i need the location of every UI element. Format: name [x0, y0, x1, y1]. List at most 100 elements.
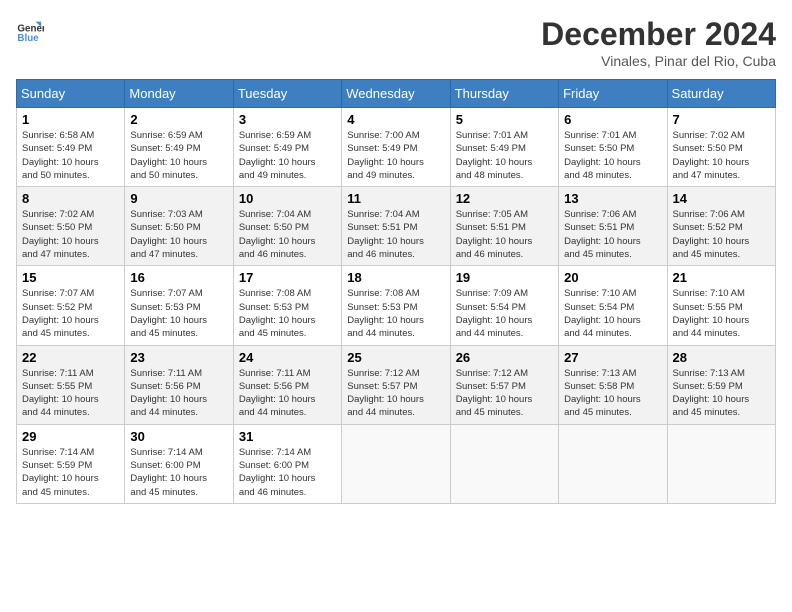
calendar-table: SundayMondayTuesdayWednesdayThursdayFrid…: [16, 79, 776, 504]
day-info: Sunrise: 7:02 AM Sunset: 5:50 PM Dayligh…: [22, 208, 119, 261]
calendar-day-4: 4 Sunrise: 7:00 AM Sunset: 5:49 PM Daylig…: [342, 108, 450, 187]
calendar-week-3: 15 Sunrise: 7:07 AM Sunset: 5:52 PM Dayli…: [17, 266, 776, 345]
calendar-day-25: 25 Sunrise: 7:12 AM Sunset: 5:57 PM Dayli…: [342, 345, 450, 424]
logo-icon: General Blue: [16, 16, 44, 44]
day-info: Sunrise: 7:13 AM Sunset: 5:58 PM Dayligh…: [564, 367, 661, 420]
calendar-day-28: 28 Sunrise: 7:13 AM Sunset: 5:59 PM Dayli…: [667, 345, 775, 424]
day-info: Sunrise: 7:00 AM Sunset: 5:49 PM Dayligh…: [347, 129, 444, 182]
day-number: 20: [564, 270, 661, 285]
day-number: 30: [130, 429, 227, 444]
day-number: 28: [673, 350, 770, 365]
calendar-day-16: 16 Sunrise: 7:07 AM Sunset: 5:53 PM Dayli…: [125, 266, 233, 345]
day-info: Sunrise: 7:06 AM Sunset: 5:52 PM Dayligh…: [673, 208, 770, 261]
day-number: 31: [239, 429, 336, 444]
weekday-header-monday: Monday: [125, 80, 233, 108]
title-area: December 2024 Vinales, Pinar del Rio, Cu…: [541, 16, 776, 69]
weekday-header-wednesday: Wednesday: [342, 80, 450, 108]
day-info: Sunrise: 7:12 AM Sunset: 5:57 PM Dayligh…: [347, 367, 444, 420]
day-number: 6: [564, 112, 661, 127]
calendar-day-13: 13 Sunrise: 7:06 AM Sunset: 5:51 PM Dayli…: [559, 187, 667, 266]
day-number: 24: [239, 350, 336, 365]
day-info: Sunrise: 7:10 AM Sunset: 5:55 PM Dayligh…: [673, 287, 770, 340]
calendar-day-19: 19Sunrise: 7:09 AM Sunset: 5:54 PM Dayli…: [450, 266, 558, 345]
day-info: Sunrise: 7:14 AM Sunset: 6:00 PM Dayligh…: [239, 446, 336, 499]
day-number: 17: [239, 270, 336, 285]
day-number: 25: [347, 350, 444, 365]
day-number: 14: [673, 191, 770, 206]
calendar-day-20: 20 Sunrise: 7:10 AM Sunset: 5:54 PM Dayli…: [559, 266, 667, 345]
day-info: Sunrise: 7:14 AM Sunset: 5:59 PM Dayligh…: [22, 446, 119, 499]
calendar-day-31: 31 Sunrise: 7:14 AM Sunset: 6:00 PM Dayli…: [233, 424, 341, 503]
day-number: 4: [347, 112, 444, 127]
day-number: 19: [456, 270, 553, 285]
day-info: Sunrise: 7:14 AM Sunset: 6:00 PM Dayligh…: [130, 446, 227, 499]
calendar-day-23: 23 Sunrise: 7:11 AM Sunset: 5:56 PM Dayli…: [125, 345, 233, 424]
empty-cell: [450, 424, 558, 503]
weekday-header-sunday: Sunday: [17, 80, 125, 108]
day-info: Sunrise: 7:08 AM Sunset: 5:53 PM Dayligh…: [347, 287, 444, 340]
day-number: 1: [22, 112, 119, 127]
day-info: Sunrise: 7:06 AM Sunset: 5:51 PM Dayligh…: [564, 208, 661, 261]
day-info: Sunrise: 6:59 AM Sunset: 5:49 PM Dayligh…: [239, 129, 336, 182]
weekday-header-saturday: Saturday: [667, 80, 775, 108]
day-info: Sunrise: 7:01 AM Sunset: 5:49 PM Dayligh…: [456, 129, 553, 182]
calendar-week-2: 8Sunrise: 7:02 AM Sunset: 5:50 PM Daylig…: [17, 187, 776, 266]
day-number: 10: [239, 191, 336, 206]
calendar-day-7: 7Sunrise: 7:02 AM Sunset: 5:50 PM Daylig…: [667, 108, 775, 187]
calendar-day-1: 1Sunrise: 6:58 AM Sunset: 5:49 PM Daylig…: [17, 108, 125, 187]
day-info: Sunrise: 7:13 AM Sunset: 5:59 PM Dayligh…: [673, 367, 770, 420]
day-info: Sunrise: 7:03 AM Sunset: 5:50 PM Dayligh…: [130, 208, 227, 261]
day-number: 26: [456, 350, 553, 365]
day-info: Sunrise: 7:04 AM Sunset: 5:50 PM Dayligh…: [239, 208, 336, 261]
calendar-title: December 2024: [541, 16, 776, 53]
day-info: Sunrise: 7:12 AM Sunset: 5:57 PM Dayligh…: [456, 367, 553, 420]
weekday-header-tuesday: Tuesday: [233, 80, 341, 108]
empty-cell: [667, 424, 775, 503]
calendar-week-1: 1Sunrise: 6:58 AM Sunset: 5:49 PM Daylig…: [17, 108, 776, 187]
day-number: 9: [130, 191, 227, 206]
day-info: Sunrise: 7:04 AM Sunset: 5:51 PM Dayligh…: [347, 208, 444, 261]
day-number: 12: [456, 191, 553, 206]
calendar-day-26: 26 Sunrise: 7:12 AM Sunset: 5:57 PM Dayli…: [450, 345, 558, 424]
calendar-week-5: 29 Sunrise: 7:14 AM Sunset: 5:59 PM Dayli…: [17, 424, 776, 503]
day-number: 27: [564, 350, 661, 365]
day-number: 15: [22, 270, 119, 285]
calendar-day-18: 18Sunrise: 7:08 AM Sunset: 5:53 PM Dayli…: [342, 266, 450, 345]
day-info: Sunrise: 7:11 AM Sunset: 5:55 PM Dayligh…: [22, 367, 119, 420]
day-number: 7: [673, 112, 770, 127]
day-info: Sunrise: 7:11 AM Sunset: 5:56 PM Dayligh…: [239, 367, 336, 420]
day-number: 29: [22, 429, 119, 444]
calendar-day-30: 30 Sunrise: 7:14 AM Sunset: 6:00 PM Dayli…: [125, 424, 233, 503]
day-info: Sunrise: 7:07 AM Sunset: 5:53 PM Dayligh…: [130, 287, 227, 340]
day-info: Sunrise: 7:10 AM Sunset: 5:54 PM Dayligh…: [564, 287, 661, 340]
day-info: Sunrise: 7:11 AM Sunset: 5:56 PM Dayligh…: [130, 367, 227, 420]
calendar-day-9: 9 Sunrise: 7:03 AM Sunset: 5:50 PM Daylig…: [125, 187, 233, 266]
day-info: Sunrise: 7:01 AM Sunset: 5:50 PM Dayligh…: [564, 129, 661, 182]
calendar-day-29: 29 Sunrise: 7:14 AM Sunset: 5:59 PM Dayli…: [17, 424, 125, 503]
calendar-day-11: 11 Sunrise: 7:04 AM Sunset: 5:51 PM Dayli…: [342, 187, 450, 266]
day-number: 13: [564, 191, 661, 206]
day-number: 5: [456, 112, 553, 127]
calendar-day-6: 6 Sunrise: 7:01 AM Sunset: 5:50 PM Daylig…: [559, 108, 667, 187]
calendar-day-21: 21 Sunrise: 7:10 AM Sunset: 5:55 PM Dayli…: [667, 266, 775, 345]
day-info: Sunrise: 7:05 AM Sunset: 5:51 PM Dayligh…: [456, 208, 553, 261]
calendar-day-10: 10 Sunrise: 7:04 AM Sunset: 5:50 PM Dayli…: [233, 187, 341, 266]
day-number: 3: [239, 112, 336, 127]
calendar-day-22: 22Sunrise: 7:11 AM Sunset: 5:55 PM Dayli…: [17, 345, 125, 424]
day-number: 11: [347, 191, 444, 206]
empty-cell: [559, 424, 667, 503]
day-number: 23: [130, 350, 227, 365]
calendar-day-3: 3 Sunrise: 6:59 AM Sunset: 5:49 PM Daylig…: [233, 108, 341, 187]
logo: General Blue: [16, 16, 44, 44]
day-number: 21: [673, 270, 770, 285]
calendar-day-27: 27 Sunrise: 7:13 AM Sunset: 5:58 PM Dayli…: [559, 345, 667, 424]
empty-cell: [342, 424, 450, 503]
day-info: Sunrise: 7:07 AM Sunset: 5:52 PM Dayligh…: [22, 287, 119, 340]
calendar-subtitle: Vinales, Pinar del Rio, Cuba: [541, 53, 776, 69]
day-number: 2: [130, 112, 227, 127]
svg-text:Blue: Blue: [17, 33, 39, 44]
calendar-day-24: 24 Sunrise: 7:11 AM Sunset: 5:56 PM Dayli…: [233, 345, 341, 424]
calendar-day-8: 8Sunrise: 7:02 AM Sunset: 5:50 PM Daylig…: [17, 187, 125, 266]
day-number: 16: [130, 270, 227, 285]
calendar-day-2: 2Sunrise: 6:59 AM Sunset: 5:49 PM Daylig…: [125, 108, 233, 187]
